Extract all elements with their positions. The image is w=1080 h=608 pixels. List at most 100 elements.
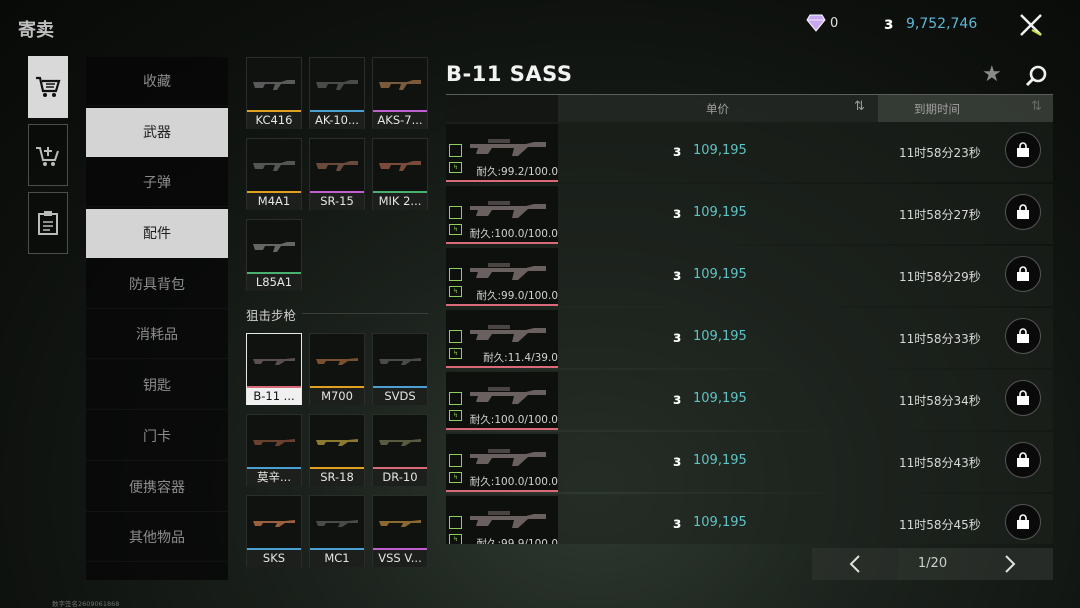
rail-buy-button[interactable] <box>28 56 68 118</box>
category-containers[interactable]: 便携容器 <box>86 463 228 512</box>
prev-page-button[interactable] <box>812 548 898 580</box>
mod-icon: Ϟ <box>449 472 462 483</box>
listing-row[interactable]: Ϟ 耐久:99.9/100.0 ɜ 109,195 11时58分45秒 <box>446 494 1053 544</box>
item-thumbnail: Ϟ 耐久:99.2/100.0 <box>446 124 558 182</box>
listing-row[interactable]: Ϟ 耐久:100.0/100.0 ɜ 109,195 11时58分34秒 <box>446 370 1053 430</box>
coin-icon: ɜ <box>884 14 894 34</box>
listing-row[interactable]: Ϟ 耐久:99.2/100.0 ɜ 109,195 11时58分23秒 <box>446 122 1053 182</box>
buy-button[interactable] <box>1005 132 1041 168</box>
coin-icon: ɜ <box>673 390 682 408</box>
cart-add-icon <box>36 147 59 166</box>
expiry-time: 11时58分29秒 <box>899 270 981 284</box>
attachment-icon <box>449 206 462 219</box>
weapon-tile[interactable]: SR-15 <box>309 138 365 210</box>
category-consumables[interactable]: 消耗品 <box>86 310 228 360</box>
weapon-tile[interactable]: AKS-7... <box>372 57 428 129</box>
rifle-icon <box>310 139 364 191</box>
item-thumbnail: Ϟ 耐久:99.9/100.0 <box>446 496 558 544</box>
listing-row[interactable]: Ϟ 耐久:100.0/100.0 ɜ 109,195 11时58分27秒 <box>446 184 1053 244</box>
shopping-bag-icon <box>1017 266 1029 281</box>
close-button[interactable] <box>1014 8 1048 42</box>
expiry-time: 11时58分33秒 <box>899 332 981 346</box>
category-keycards[interactable]: 门卡 <box>86 412 228 461</box>
unit-price: 109,195 <box>693 267 747 282</box>
weapon-tile[interactable]: B-11 ... <box>246 333 302 405</box>
gem-count: 0 <box>830 16 839 31</box>
rifle-icon <box>470 201 546 218</box>
rifle-icon <box>247 415 301 467</box>
search-icon[interactable] <box>1024 64 1048 88</box>
pagination: 1/20 <box>812 548 1053 580</box>
category-weapons[interactable]: 武器 <box>86 107 228 157</box>
category-favorites[interactable]: 收藏 <box>86 57 228 106</box>
weapon-tile[interactable]: KC416 <box>246 57 302 129</box>
favorite-star-icon[interactable]: ★ <box>982 62 1002 87</box>
buy-button[interactable] <box>1005 504 1041 540</box>
durability-label: 耐久:99.2/100.0 <box>476 166 558 178</box>
sniper-section-heading: 狙击步枪 <box>246 308 297 323</box>
buy-button[interactable] <box>1005 256 1041 292</box>
unit-price: 109,195 <box>693 391 747 406</box>
weapon-tile[interactable]: DR-10 <box>372 414 428 486</box>
weapon-name: M4A1 <box>247 193 301 210</box>
coin-icon: ɜ <box>673 266 682 284</box>
listing-rows: Ϟ 耐久:99.2/100.0 ɜ 109,195 11时58分23秒 Ϟ 耐久:100.0… <box>446 122 1053 544</box>
weapon-name: KC416 <box>247 112 301 129</box>
weapon-tile[interactable]: VSS V... <box>372 495 428 567</box>
rifle-icon <box>310 334 364 386</box>
category-tokens[interactable]: 信物 <box>86 564 228 580</box>
price-column-header[interactable]: 单价 <box>706 101 729 117</box>
sort-icon[interactable]: ⇅ <box>1031 99 1042 114</box>
mod-icon: Ϟ <box>449 286 462 297</box>
category-attachments[interactable]: 配件 <box>86 209 228 259</box>
coin-icon: ɜ <box>673 204 682 222</box>
buy-button[interactable] <box>1005 194 1041 230</box>
rifle-icon <box>247 220 301 272</box>
category-keys[interactable]: 钥匙 <box>86 361 228 411</box>
buy-button[interactable] <box>1005 318 1041 354</box>
attachment-icon <box>449 454 462 467</box>
weapon-tile[interactable]: SVDS <box>372 333 428 405</box>
durability-label: 耐久:99.0/100.0 <box>476 290 558 302</box>
buy-button[interactable] <box>1005 380 1041 416</box>
rail-listings-button[interactable] <box>28 192 68 254</box>
weapon-name: MC1 <box>310 550 364 567</box>
mod-icon: Ϟ <box>449 348 462 359</box>
weapon-tile[interactable]: MIK 2... <box>372 138 428 210</box>
expiry-time: 11时58分43秒 <box>899 456 981 470</box>
shopping-bag-icon <box>1017 328 1029 343</box>
attachment-icon <box>449 330 462 343</box>
weapon-tile[interactable]: 莫辛... <box>246 414 302 486</box>
item-thumbnail: Ϟ 耐久:99.0/100.0 <box>446 248 558 306</box>
weapon-tile[interactable]: AK-10... <box>309 57 365 129</box>
item-title: B-11 SASS <box>446 62 573 86</box>
weapon-tile[interactable]: M4A1 <box>246 138 302 210</box>
weapon-tile[interactable]: MC1 <box>309 495 365 567</box>
weapon-tile[interactable]: M700 <box>309 333 365 405</box>
sort-icon[interactable]: ⇅ <box>854 99 865 114</box>
rifle-icon <box>310 496 364 548</box>
page-indicator: 1/20 <box>917 556 948 571</box>
rifle-icon <box>247 496 301 548</box>
category-ammo[interactable]: 子弹 <box>86 158 228 208</box>
weapon-tile[interactable]: SR-18 <box>309 414 365 486</box>
weapon-name: L85A1 <box>247 274 301 291</box>
listing-row[interactable]: Ϟ 耐久:99.0/100.0 ɜ 109,195 11时58分29秒 <box>446 246 1053 306</box>
listing-row[interactable]: Ϟ 耐久:100.0/100.0 ɜ 109,195 11时58分43秒 <box>446 432 1053 492</box>
durability-label: 耐久:99.9/100.0 <box>476 538 558 544</box>
listing-row[interactable]: Ϟ 耐久:11.4/39.0 ɜ 109,195 11时58分33秒 <box>446 308 1053 368</box>
category-other[interactable]: 其他物品 <box>86 513 228 563</box>
rifle-icon <box>373 334 427 386</box>
category-armor-backpack[interactable]: 防具背包 <box>86 260 228 309</box>
shopping-bag-icon <box>1017 452 1029 467</box>
rail-sell-button[interactable] <box>28 124 68 186</box>
buy-button[interactable] <box>1005 442 1041 478</box>
weapon-tile[interactable]: SKS <box>246 495 302 567</box>
weapon-tile[interactable]: L85A1 <box>246 219 302 291</box>
divider <box>302 313 428 314</box>
next-page-button[interactable] <box>967 548 1053 580</box>
rifle-icon <box>247 58 301 110</box>
expiry-column-header[interactable]: 到期时间 <box>914 101 960 117</box>
unit-price: 109,195 <box>693 205 747 220</box>
weapon-name: B-11 ... <box>247 388 301 405</box>
